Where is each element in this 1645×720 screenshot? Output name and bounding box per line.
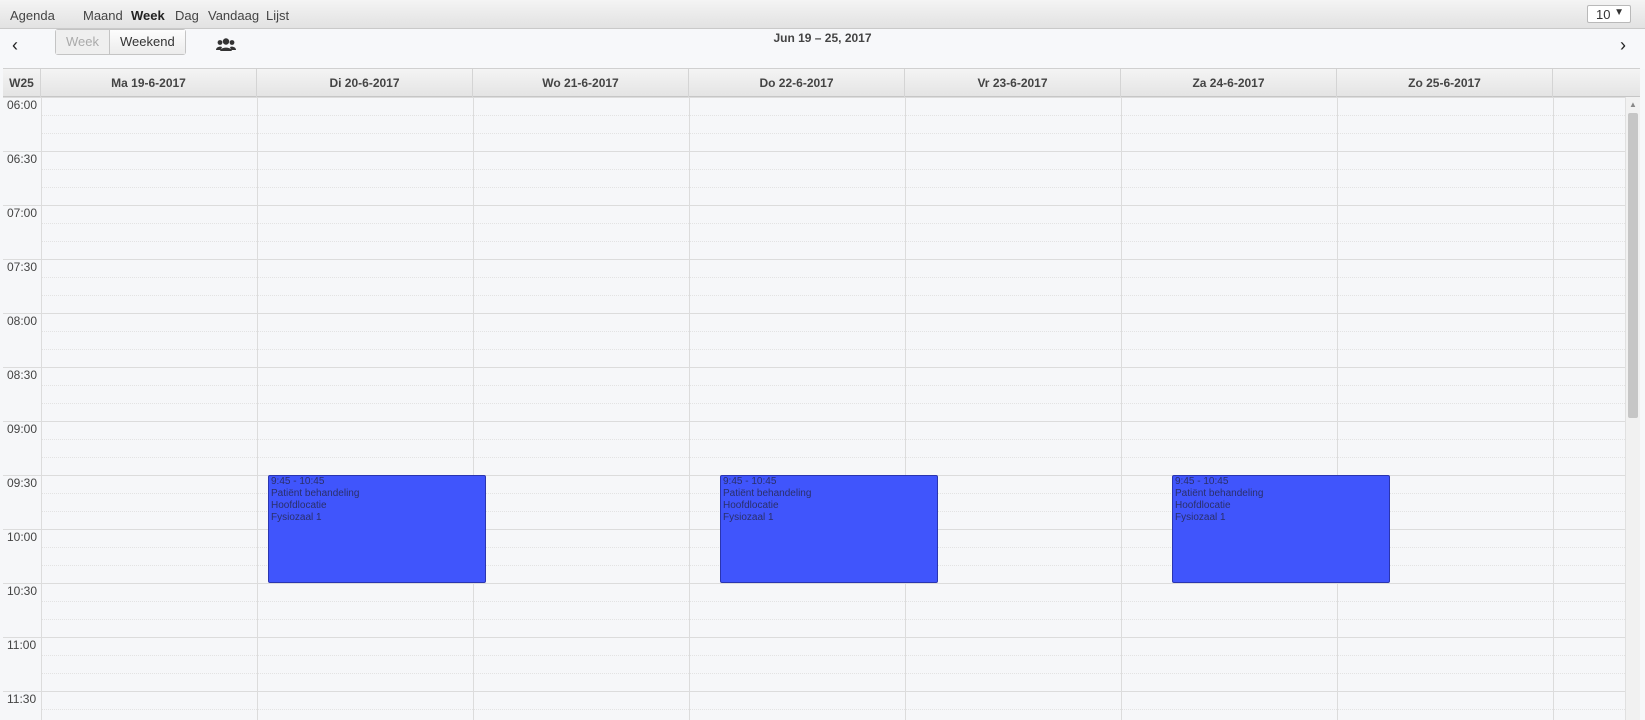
count-select[interactable]: 10 ▼	[1587, 5, 1631, 23]
column-divider	[41, 97, 42, 720]
chevron-right-icon[interactable]: ›	[1620, 35, 1626, 55]
grid-line	[3, 691, 1625, 692]
column-divider	[1121, 97, 1122, 720]
view-today[interactable]: Vandaag	[208, 8, 259, 23]
scrollbar-thumb[interactable]	[1628, 113, 1638, 418]
view-week[interactable]: Week	[131, 8, 165, 23]
calendar-event[interactable]: 9:45 - 10:45 Patiënt behandeling Hoofdlo…	[1172, 475, 1390, 583]
day-header-sat[interactable]: Za 24-6-2017	[1121, 69, 1337, 97]
grid-line-minor	[41, 115, 1625, 116]
day-header-fri[interactable]: Vr 23-6-2017	[905, 69, 1121, 97]
time-label: 06:00	[7, 98, 38, 112]
calendar-event[interactable]: 9:45 - 10:45 Patiënt behandeling Hoofdlo…	[268, 475, 486, 583]
week-number: W25	[3, 69, 41, 97]
grid-line	[3, 637, 1625, 638]
day-header-sun[interactable]: Zo 25-6-2017	[1337, 69, 1553, 97]
view-month[interactable]: Maand	[83, 8, 123, 23]
scroll-up-icon[interactable]: ▲	[1629, 100, 1637, 109]
time-label: 08:00	[7, 314, 38, 328]
column-divider	[905, 97, 906, 720]
column-divider	[1337, 97, 1338, 720]
event-room: Fysiozaal 1	[1175, 512, 1226, 523]
event-room: Fysiozaal 1	[723, 512, 774, 523]
grid-line-minor	[41, 601, 1625, 602]
column-divider	[1553, 97, 1554, 720]
grid-line-minor	[41, 457, 1625, 458]
app-title: Agenda	[10, 8, 55, 23]
time-label: 09:30	[7, 476, 38, 490]
calendar-toolbar: ‹ Week Weekend Jun 19 – 25, 2017 ›	[0, 29, 1645, 69]
grid-line-minor	[41, 673, 1625, 674]
day-header-tue[interactable]: Di 20-6-2017	[257, 69, 473, 97]
grid-line-minor	[41, 655, 1625, 656]
grid-line-minor	[41, 439, 1625, 440]
event-time: 9:45 - 10:45	[1175, 476, 1229, 487]
event-location: Hoofdlocatie	[271, 500, 327, 511]
column-divider	[257, 97, 258, 720]
grid-line-minor	[41, 169, 1625, 170]
time-label: 11:30	[7, 692, 37, 706]
top-bar: Agenda Maand Week Dag Vandaag Lijst 10 ▼	[0, 0, 1645, 29]
count-select-value: 10	[1596, 7, 1611, 22]
grid-line-minor	[41, 223, 1625, 224]
grid-line-minor	[41, 133, 1625, 134]
grid-line-minor	[41, 619, 1625, 620]
grid-line-minor	[41, 385, 1625, 386]
day-header-thu[interactable]: Do 22-6-2017	[689, 69, 905, 97]
grid-line	[3, 583, 1625, 584]
event-time: 9:45 - 10:45	[723, 476, 777, 487]
grid-line-minor	[41, 349, 1625, 350]
chevron-down-icon: ▼	[1614, 7, 1624, 18]
event-title: Patiënt behandeling	[271, 488, 360, 499]
date-range: Jun 19 – 25, 2017	[773, 31, 872, 45]
event-time: 9:45 - 10:45	[271, 476, 325, 487]
calendar-event[interactable]: 9:45 - 10:45 Patiënt behandeling Hoofdlo…	[720, 475, 938, 583]
event-location: Hoofdlocatie	[723, 500, 779, 511]
grid-line	[3, 367, 1625, 368]
view-list[interactable]: Lijst	[266, 8, 289, 23]
time-label: 07:00	[7, 206, 38, 220]
day-header-mon[interactable]: Ma 19-6-2017	[41, 69, 257, 97]
time-label: 07:30	[7, 260, 38, 274]
time-label: 09:00	[7, 422, 38, 436]
grid-line-minor	[41, 295, 1625, 296]
grid-line	[3, 151, 1625, 152]
column-divider	[689, 97, 690, 720]
event-location: Hoofdlocatie	[1175, 500, 1231, 511]
time-label: 11:00	[7, 638, 37, 652]
vertical-scrollbar[interactable]: ▲	[1625, 97, 1640, 720]
grid-line-minor	[41, 709, 1625, 710]
event-room: Fysiozaal 1	[271, 512, 322, 523]
event-title: Patiënt behandeling	[723, 488, 812, 499]
grid-line-minor	[41, 241, 1625, 242]
time-label: 06:30	[7, 152, 38, 166]
grid-line	[3, 259, 1625, 260]
day-header-wed[interactable]: Wo 21-6-2017	[473, 69, 689, 97]
grid-line	[3, 421, 1625, 422]
view-day[interactable]: Dag	[175, 8, 199, 23]
grid-line	[3, 313, 1625, 314]
grid-line-minor	[41, 403, 1625, 404]
time-grid[interactable]: 06:00 06:30 07:00 07:30 08:00 08:30 09:0…	[3, 97, 1625, 720]
grid-line-minor	[41, 187, 1625, 188]
time-label: 10:30	[7, 584, 38, 598]
grid-line-minor	[41, 277, 1625, 278]
time-label: 08:30	[7, 368, 38, 382]
day-header-row: W25 Ma 19-6-2017 Di 20-6-2017 Wo 21-6-20…	[3, 68, 1640, 97]
grid-line	[3, 205, 1625, 206]
time-label: 10:00	[7, 530, 38, 544]
grid-line	[3, 97, 1625, 98]
event-title: Patiënt behandeling	[1175, 488, 1264, 499]
grid-line-minor	[41, 331, 1625, 332]
column-divider	[473, 97, 474, 720]
